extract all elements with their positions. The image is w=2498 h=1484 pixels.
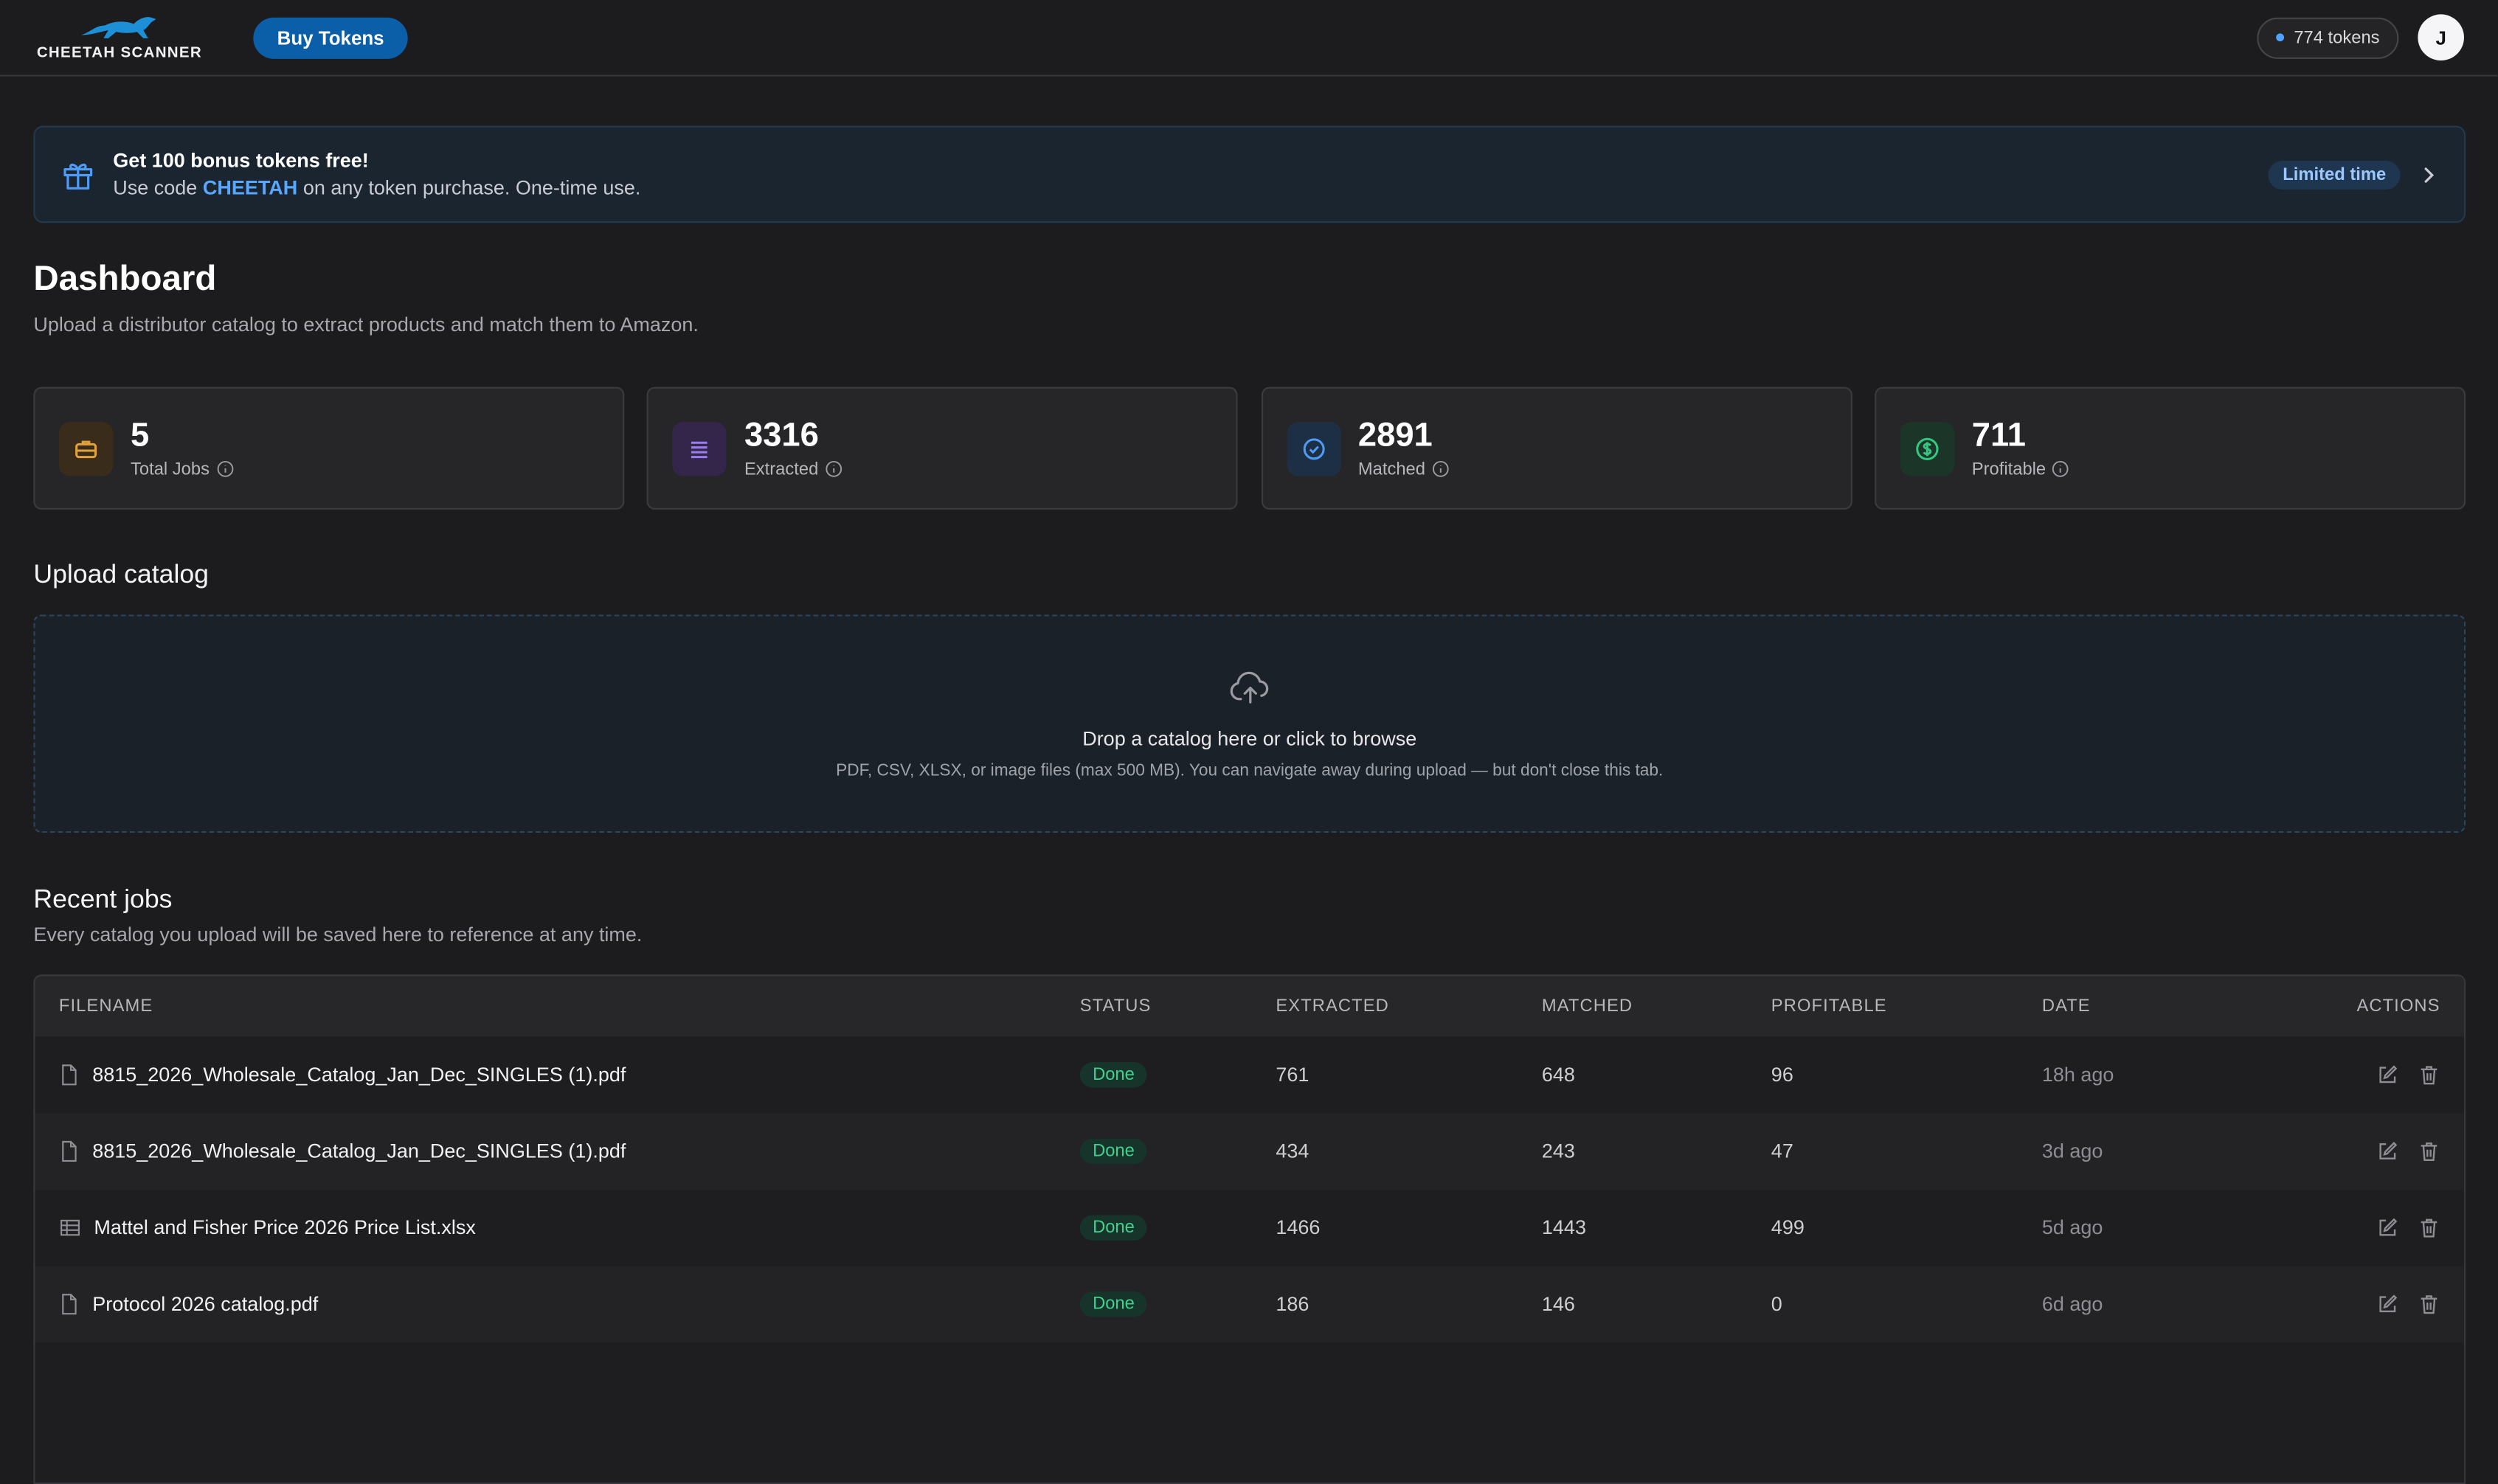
cheetah-logo-icon — [81, 16, 156, 38]
stat-label: Extracted — [744, 459, 819, 479]
table-row[interactable]: Mattel and Fisher Price 2026 Price List.… — [35, 1190, 2463, 1266]
job-extracted: 761 — [1276, 1064, 1309, 1086]
edit-icon[interactable] — [2376, 1216, 2398, 1238]
brand-logo[interactable]: CHEETAH SCANNER — [33, 13, 205, 61]
stat-card-extracted: 3316 Extracted — [647, 386, 1239, 510]
status-badge: Done — [1079, 1291, 1148, 1317]
gift-icon — [60, 157, 95, 192]
job-matched: 648 — [1541, 1064, 1575, 1086]
list-icon — [672, 421, 727, 476]
page-subtitle: Upload a distributor catalog to extract … — [33, 313, 699, 336]
col-actions: ACTIONS — [2356, 996, 2440, 1016]
buy-tokens-button[interactable]: Buy Tokens — [253, 16, 408, 58]
stat-card-matched: 2891 Matched — [1261, 386, 1852, 510]
status-badge: Done — [1079, 1138, 1148, 1165]
spreadsheet-icon — [59, 1216, 81, 1238]
job-profitable: 47 — [1771, 1140, 1793, 1163]
job-date: 3d ago — [2041, 1140, 2103, 1163]
job-profitable: 0 — [1771, 1293, 1782, 1316]
recent-jobs-title: Recent jobs — [33, 885, 173, 915]
user-avatar[interactable]: J — [2418, 14, 2464, 61]
col-matched[interactable]: MATCHED — [1542, 997, 1771, 1016]
stat-label: Profitable — [1971, 459, 2047, 479]
stat-label: Matched — [1357, 459, 1426, 479]
trash-icon[interactable] — [2418, 1216, 2440, 1238]
token-balance: 774 tokens — [2294, 27, 2380, 47]
edit-icon[interactable] — [2376, 1140, 2398, 1162]
stats-row: 5 Total Jobs 3316 Extracted 2891 Matched — [33, 386, 2466, 510]
job-profitable: 499 — [1771, 1216, 1805, 1239]
promo-title: Get 100 bonus tokens free! — [113, 149, 369, 173]
status-badge: Done — [1079, 1215, 1148, 1241]
upload-title: Drop a catalog here or click to browse — [1082, 727, 1417, 749]
info-icon[interactable] — [1432, 460, 1450, 478]
brand-name: CHEETAH SCANNER — [36, 44, 203, 62]
job-extracted: 1466 — [1276, 1216, 1321, 1239]
promo-banner[interactable]: Get 100 bonus tokens free! Use code CHEE… — [33, 125, 2466, 223]
file-icon — [59, 1293, 80, 1315]
job-matched: 1443 — [1541, 1216, 1586, 1239]
status-badge: Done — [1079, 1062, 1148, 1088]
jobs-table: FILENAME STATUS EXTRACTED MATCHED PROFIT… — [33, 974, 2466, 1484]
briefcase-icon — [58, 421, 114, 476]
edit-icon[interactable] — [2376, 1064, 2398, 1086]
promo-subtitle: Use code CHEETAH on any token purchase. … — [113, 176, 641, 199]
token-dot-icon — [2276, 33, 2285, 42]
token-balance-pill[interactable]: 774 tokens — [2257, 16, 2399, 58]
edit-icon[interactable] — [2376, 1293, 2398, 1315]
job-extracted: 186 — [1276, 1293, 1309, 1316]
upload-hint: PDF, CSV, XLSX, or image files (max 500 … — [836, 760, 1664, 780]
promo-code: CHEETAH — [202, 176, 298, 199]
col-profitable[interactable]: PROFITABLE — [1771, 997, 2042, 1016]
file-icon — [59, 1064, 80, 1086]
chevron-right-icon[interactable] — [2420, 164, 2439, 184]
col-extracted[interactable]: EXTRACTED — [1276, 997, 1542, 1016]
info-icon[interactable] — [2052, 460, 2070, 478]
upload-section-title: Upload catalog — [33, 560, 209, 589]
table-row[interactable]: 8815_2026_Wholesale_Catalog_Jan_Dec_SING… — [35, 1037, 2463, 1114]
recent-jobs-subtitle: Every catalog you upload will be saved h… — [33, 923, 643, 946]
job-date: 6d ago — [2041, 1293, 2103, 1316]
trash-icon[interactable] — [2418, 1064, 2440, 1086]
job-date: 18h ago — [2041, 1064, 2114, 1086]
upload-dropzone[interactable]: Drop a catalog here or click to browse P… — [33, 614, 2466, 833]
page-title: Dashboard — [33, 257, 217, 298]
trash-icon[interactable] — [2418, 1140, 2440, 1162]
dollar-icon — [1900, 421, 1955, 476]
job-filename[interactable]: Mattel and Fisher Price 2026 Price List.… — [94, 1216, 475, 1238]
job-filename[interactable]: Protocol 2026 catalog.pdf — [92, 1293, 318, 1315]
stat-value: 3316 — [744, 416, 819, 454]
cloud-upload-icon — [1228, 668, 1272, 715]
table-row[interactable]: Protocol 2026 catalog.pdf Done 186 146 0… — [35, 1266, 2464, 1343]
job-matched: 243 — [1541, 1140, 1575, 1163]
app-root: CHEETAH SCANNER Buy Tokens 774 tokens J … — [0, 0, 2498, 1484]
trash-icon[interactable] — [2418, 1293, 2440, 1315]
job-extracted: 434 — [1276, 1140, 1309, 1163]
info-icon[interactable] — [825, 460, 843, 478]
stat-value: 2891 — [1357, 416, 1433, 454]
check-circle-icon — [1286, 421, 1341, 476]
col-status[interactable]: STATUS — [1080, 997, 1276, 1016]
info-icon[interactable] — [216, 460, 234, 478]
file-icon — [59, 1140, 80, 1162]
stat-card-total-jobs: 5 Total Jobs — [33, 386, 625, 510]
stat-value: 5 — [131, 416, 150, 454]
table-header: FILENAME STATUS EXTRACTED MATCHED PROFIT… — [35, 976, 2464, 1037]
stat-value: 711 — [1971, 416, 2026, 454]
table-row[interactable]: 8815_2026_Wholesale_Catalog_Jan_Dec_SING… — [35, 1113, 2464, 1190]
job-filename[interactable]: 8815_2026_Wholesale_Catalog_Jan_Dec_SING… — [92, 1064, 626, 1086]
top-bar: CHEETAH SCANNER Buy Tokens 774 tokens J — [0, 0, 2498, 77]
job-matched: 146 — [1541, 1293, 1575, 1316]
col-date[interactable]: DATE — [2042, 997, 2297, 1016]
limited-time-badge: Limited time — [2268, 159, 2401, 189]
job-filename[interactable]: 8815_2026_Wholesale_Catalog_Jan_Dec_SING… — [92, 1140, 626, 1162]
stat-label: Total Jobs — [131, 459, 210, 479]
stat-card-profitable: 711 Profitable — [1875, 386, 2466, 510]
col-filename[interactable]: FILENAME — [35, 997, 1079, 1016]
job-profitable: 96 — [1771, 1064, 1793, 1086]
job-date: 5d ago — [2041, 1216, 2103, 1239]
